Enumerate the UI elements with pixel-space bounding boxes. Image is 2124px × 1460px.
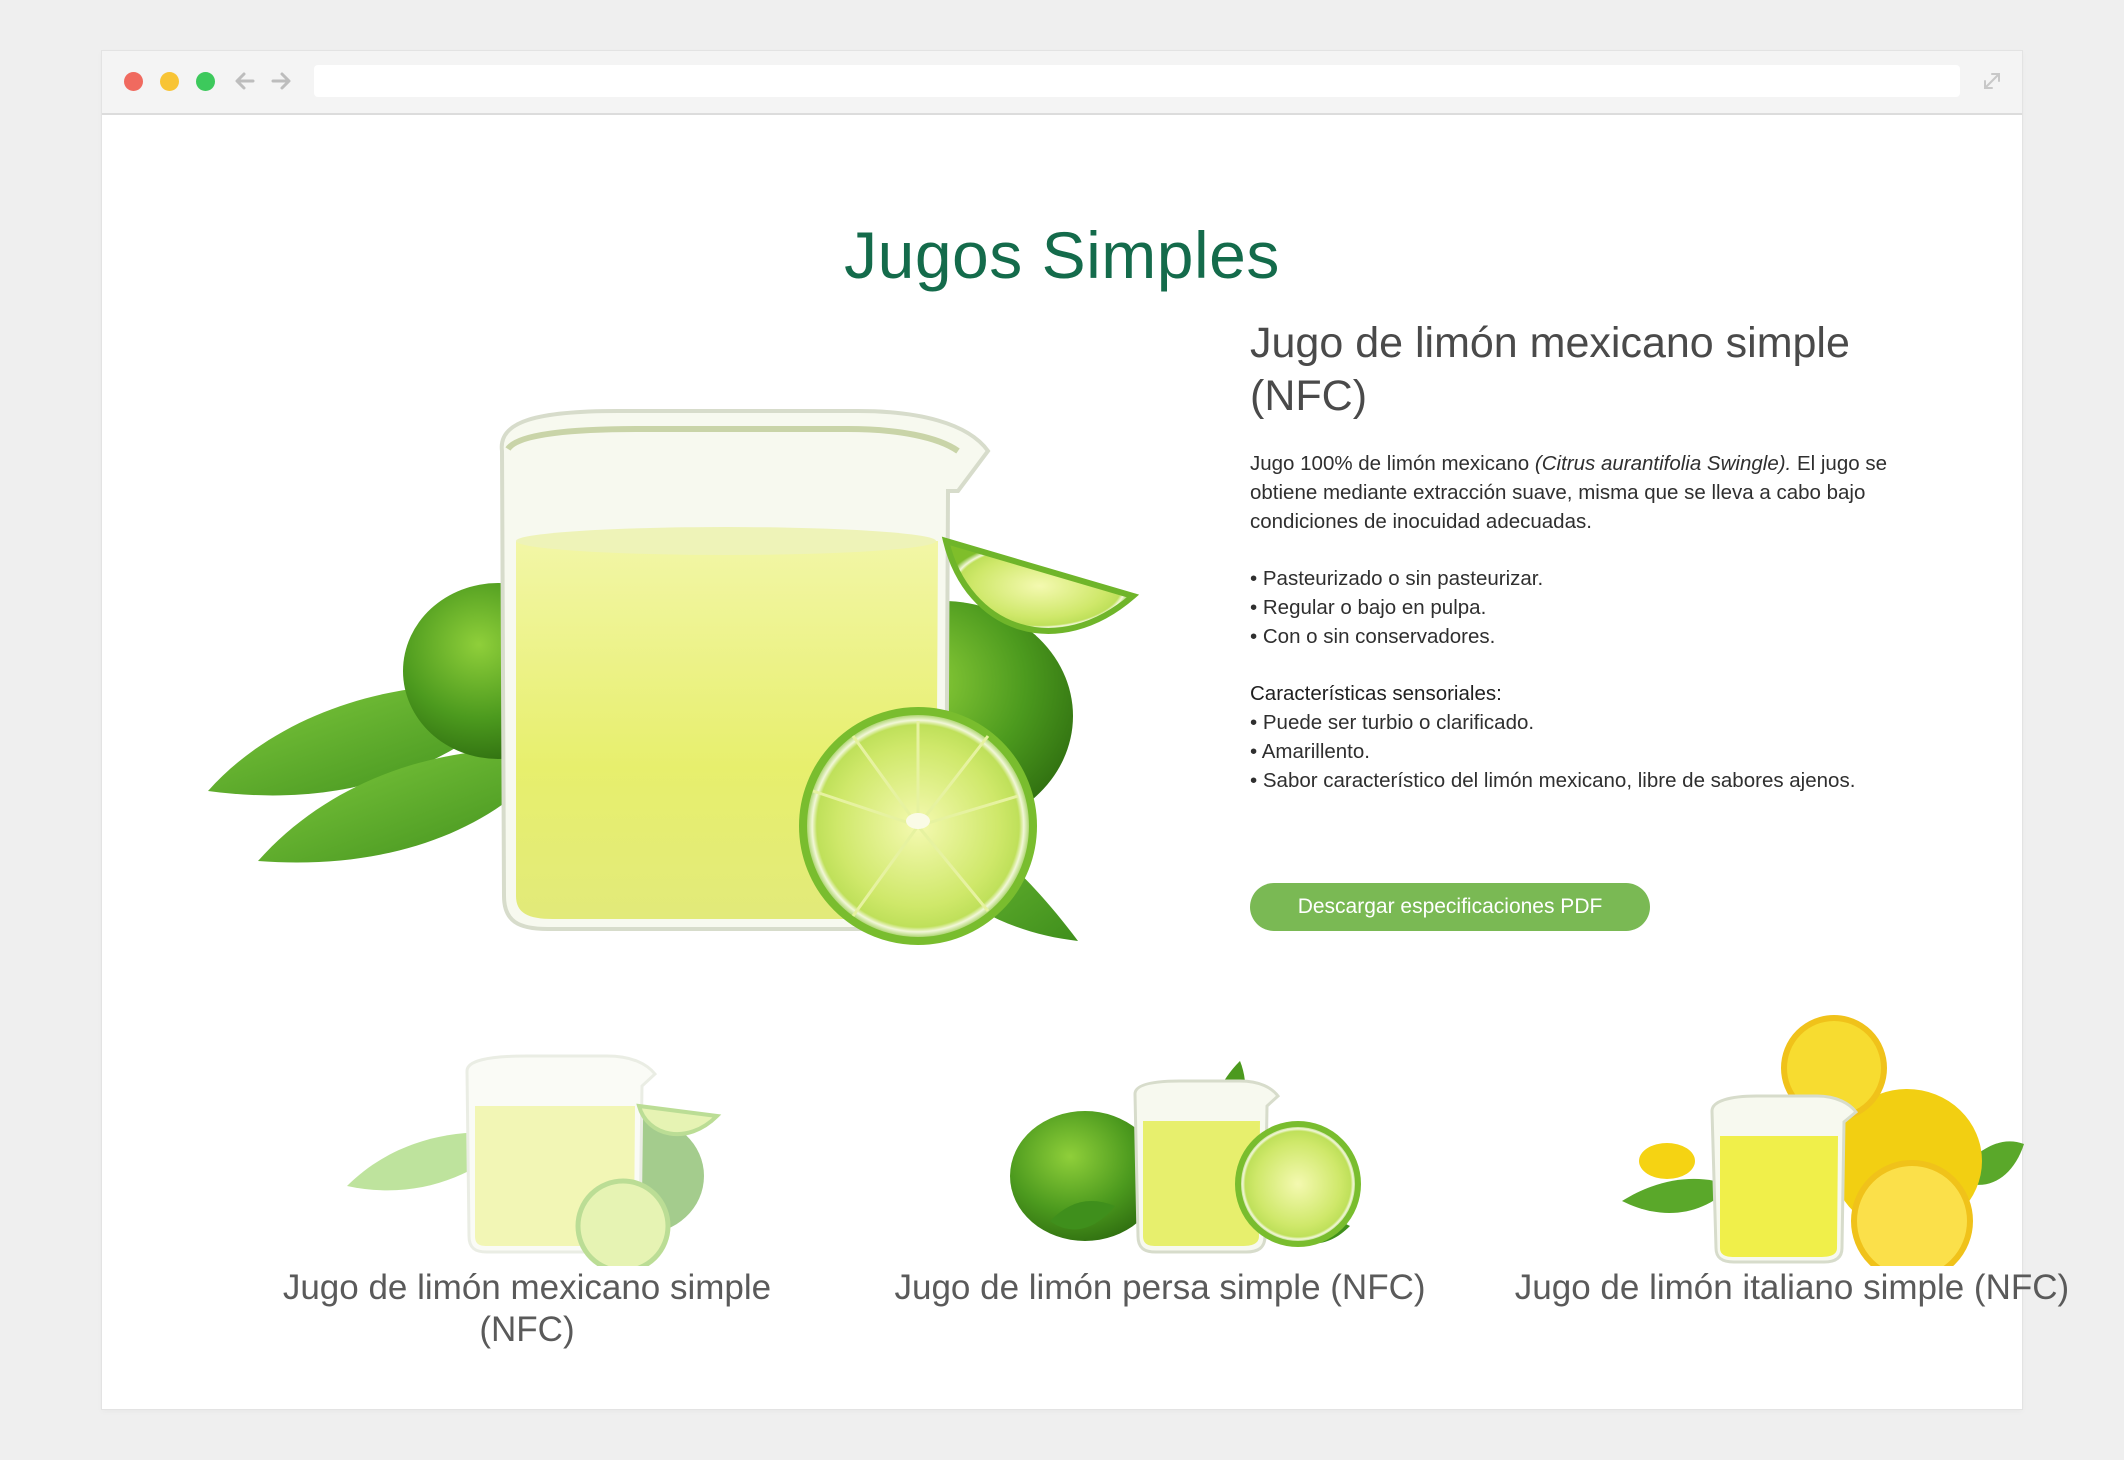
minimize-window-button[interactable] bbox=[160, 72, 179, 91]
product-card-title: Jugo de limón persa simple (NFC) bbox=[894, 1268, 1426, 1307]
back-arrow-icon[interactable] bbox=[232, 65, 258, 97]
sensory-heading: Características sensoriales: bbox=[1250, 682, 1502, 705]
sensory-list: • Puede ser turbio o clarificado. • Amar… bbox=[1250, 708, 1930, 795]
product-card-title: Jugo de limón mexicano simple (NFC) bbox=[282, 1268, 772, 1349]
feature-item: • Con o sin conservadores. bbox=[1250, 625, 1496, 648]
product-card-persa[interactable]: Jugo de limón persa simple (NFC) bbox=[880, 986, 1440, 1406]
product-description: Jugo 100% de limón mexicano (Citrus aura… bbox=[1250, 449, 1930, 536]
product-detail: Jugo de limón mexicano simple (NFC) Jugo… bbox=[1250, 317, 1930, 795]
page-title: Jugos Simples bbox=[844, 218, 1280, 293]
expand-icon[interactable] bbox=[1980, 69, 2004, 93]
product-card-image bbox=[347, 1054, 722, 1266]
product-card-image bbox=[1622, 1015, 2024, 1266]
product-card-italiano[interactable]: Jugo de limón italiano simple (NFC) bbox=[1512, 986, 2072, 1406]
scientific-name: (Citrus aurantifolia Swingle). bbox=[1534, 452, 1792, 475]
maximize-window-button[interactable] bbox=[196, 72, 215, 91]
hero-product-image bbox=[208, 409, 1140, 945]
product-card-title: Jugo de limón italiano simple (NFC) bbox=[1514, 1268, 2070, 1307]
product-name: Jugo de limón mexicano simple (NFC) bbox=[1250, 319, 1850, 420]
feature-item: • Regular o bajo en pulpa. bbox=[1250, 596, 1487, 619]
close-window-button[interactable] bbox=[124, 72, 143, 91]
forward-arrow-icon[interactable] bbox=[268, 65, 294, 97]
sensory-item: • Sabor característico del limón mexican… bbox=[1250, 769, 1856, 792]
product-card-mexicano[interactable]: Jugo de limón mexicano simple (NFC) bbox=[247, 986, 807, 1406]
feature-list: • Pasteurizado o sin pasteurizar. • Regu… bbox=[1250, 564, 1930, 651]
description-prefix: Jugo 100% de limón mexicano bbox=[1250, 452, 1535, 475]
sensory-item: • Puede ser turbio o clarificado. bbox=[1250, 711, 1535, 734]
browser-window: Jugos Simples Jugo de limón mexicano sim… bbox=[102, 51, 2069, 1409]
product-card-image bbox=[1010, 1061, 1361, 1254]
sensory-item: • Amarillento. bbox=[1250, 740, 1370, 763]
browser-titlebar bbox=[102, 51, 2022, 115]
feature-item: • Pasteurizado o sin pasteurizar. bbox=[1250, 567, 1544, 590]
download-pdf-button[interactable]: Descargar especificaciones PDF bbox=[1250, 883, 1650, 931]
address-bar[interactable] bbox=[314, 65, 1960, 97]
